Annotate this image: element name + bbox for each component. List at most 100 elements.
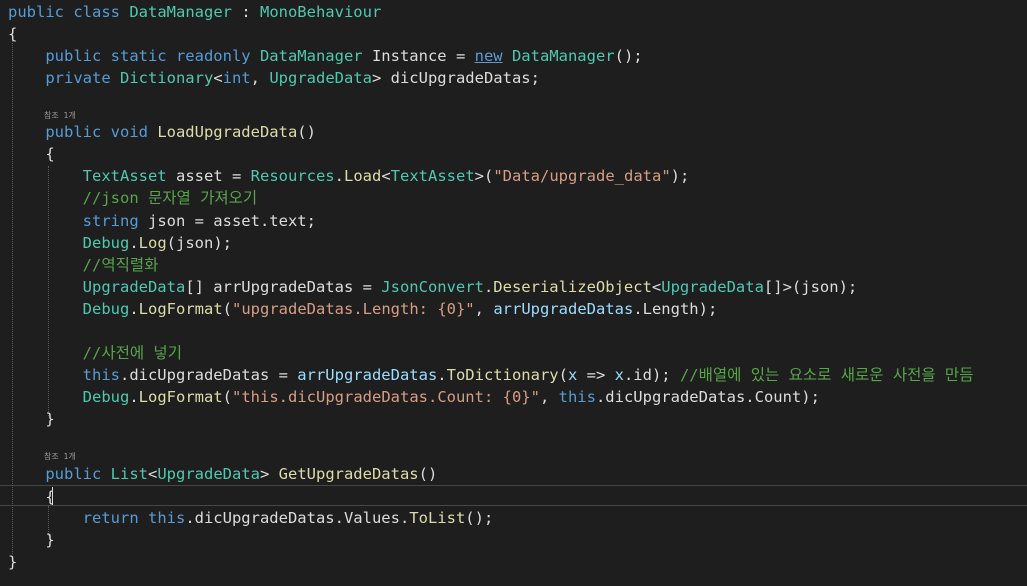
code-token: Dictionary — [119, 69, 214, 87]
code-token: int — [222, 69, 251, 87]
code-line[interactable]: Debug.LogFormat("upgradeDatas.Length: {0… — [8, 298, 718, 320]
code-token: UpgradeData — [661, 278, 764, 296]
code-token: . — [483, 278, 494, 296]
code-line[interactable]: public void LoadUpgradeData() — [8, 121, 316, 143]
codelens-reference-count[interactable]: 참조 1개 — [44, 111, 76, 121]
code-token: TextAsset — [82, 167, 167, 185]
code-token: > — [259, 465, 279, 483]
code-token: [] arrUpgradeDatas = — [185, 278, 382, 296]
code-token: json = asset.text; — [138, 212, 316, 230]
code-line[interactable]: } — [8, 408, 55, 430]
code-token: ( — [222, 300, 233, 318]
code-token: JsonConvert — [381, 278, 484, 296]
code-token: List — [110, 465, 148, 483]
code-token: TextAsset — [390, 167, 475, 185]
code-token: } — [8, 410, 55, 428]
code-token: "this.dicUpgradeDatas.Count: {0}" — [232, 388, 540, 406]
code-line[interactable]: return this.dicUpgradeDatas.Values.ToLis… — [8, 507, 494, 529]
code-token: asset = — [166, 167, 251, 185]
code-token: .Length); — [633, 300, 718, 318]
code-token: Load — [344, 167, 382, 185]
code-token: < — [213, 69, 223, 87]
code-token: < — [147, 465, 158, 483]
code-token: { — [8, 25, 18, 43]
code-token: >( — [474, 167, 494, 185]
code-token: ( — [558, 366, 568, 384]
code-token: "Data/upgrade_data" — [493, 167, 671, 185]
current-line-highlight — [0, 485, 1027, 506]
code-token: .dicUpgradeDatas.Values. — [185, 509, 410, 527]
code-token: : — [231, 3, 260, 21]
code-token: () — [418, 465, 438, 483]
code-token: this — [558, 388, 596, 406]
code-token: x — [614, 366, 624, 384]
code-token: < — [381, 167, 391, 185]
code-token: ToList — [409, 509, 466, 527]
code-line[interactable]: { — [8, 23, 17, 45]
code-line[interactable]: public class DataManager : MonoBehaviour — [8, 1, 381, 23]
text-caret — [52, 487, 53, 505]
code-token: public void — [8, 123, 158, 141]
code-token: MonoBehaviour — [259, 3, 382, 21]
code-token: UpgradeData — [269, 69, 372, 87]
code-token: "upgradeDatas.Length: {0}" — [232, 300, 475, 318]
code-token: //역직렬화 — [8, 256, 159, 274]
code-line[interactable]: string json = asset.text; — [8, 210, 316, 232]
code-editor[interactable]: 참조 1개 참조 1개 public class DataManager : M… — [0, 0, 1027, 586]
code-token: UpgradeData — [157, 465, 260, 483]
code-token: } — [8, 531, 55, 549]
code-line[interactable]: { — [8, 486, 54, 508]
code-token: new — [474, 47, 503, 65]
code-line[interactable]: } — [8, 551, 17, 573]
code-line[interactable]: //json 문자열 가져오기 — [8, 187, 258, 209]
code-token: //json 문자열 가져오기 — [8, 189, 258, 207]
code-token: arrUpgradeDatas — [297, 366, 438, 384]
code-line[interactable]: //사전에 넣기 — [8, 342, 182, 364]
code-line[interactable]: Debug.Log(json); — [8, 232, 232, 254]
code-token: . — [437, 366, 447, 384]
code-token: []>(json); — [763, 278, 858, 296]
code-token: Log — [138, 234, 167, 252]
code-token: () — [297, 123, 316, 141]
code-token: DataManager — [259, 47, 363, 65]
code-token: < — [651, 278, 662, 296]
code-line[interactable]: public List<UpgradeData> GetUpgradeDatas… — [8, 463, 437, 485]
code-token: . — [129, 234, 139, 252]
code-token: ( — [222, 388, 233, 406]
code-token: .id); — [623, 366, 680, 384]
code-line[interactable]: TextAsset asset = Resources.Load<TextAss… — [8, 165, 690, 187]
codelens-reference-count[interactable]: 참조 1개 — [44, 452, 76, 462]
code-line[interactable]: private Dictionary<int, UpgradeData> dic… — [8, 67, 540, 89]
code-token: LogFormat — [138, 300, 223, 318]
code-line[interactable]: UpgradeData [] arrUpgradeDatas = JsonConv… — [8, 276, 858, 298]
code-token: private — [8, 69, 120, 87]
code-token: Debug — [82, 234, 130, 252]
code-line[interactable]: Debug.LogFormat("this.dicUpgradeDatas.Co… — [8, 386, 820, 408]
code-token: . — [334, 167, 344, 185]
code-token: public — [8, 465, 111, 483]
code-line[interactable]: { — [8, 143, 54, 165]
code-token: GetUpgradeDatas — [278, 465, 419, 483]
code-token: => — [577, 366, 615, 384]
code-token: (json); — [166, 234, 232, 252]
code-token: DataManager — [129, 3, 232, 21]
code-line[interactable]: public static readonly DataManager Insta… — [8, 45, 642, 67]
code-token: LoadUpgradeData — [157, 123, 298, 141]
code-line[interactable]: } — [8, 529, 55, 551]
code-token: , — [539, 388, 559, 406]
code-token: > dicUpgradeDatas; — [371, 69, 540, 87]
code-token: this — [147, 509, 186, 527]
code-line[interactable]: //역직렬화 — [8, 254, 159, 276]
code-token: Resources — [250, 167, 335, 185]
code-token: x — [567, 366, 578, 384]
code-token: arrUpgradeDatas — [493, 300, 634, 318]
code-token: . — [129, 300, 139, 318]
code-token: string — [82, 212, 139, 230]
code-token: DeserializeObject — [493, 278, 652, 296]
code-token: .dicUpgradeDatas = — [119, 366, 298, 384]
code-line[interactable]: this.dicUpgradeDatas = arrUpgradeDatas.T… — [8, 364, 974, 386]
